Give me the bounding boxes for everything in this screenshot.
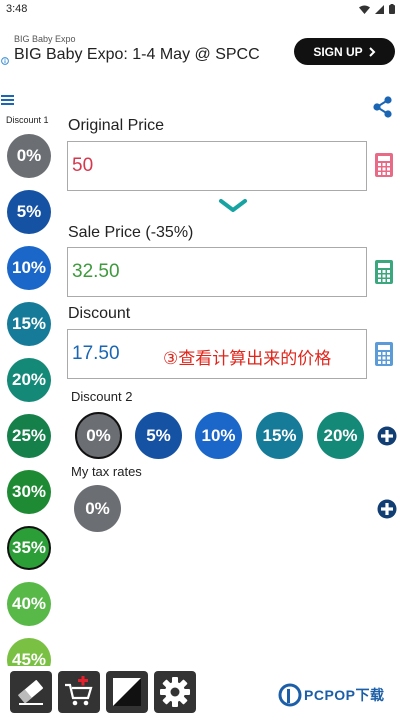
- discount1-15[interactable]: 15%: [7, 302, 51, 346]
- discount-value: 17.50: [72, 343, 120, 364]
- eraser-button[interactable]: [10, 671, 52, 713]
- discount1-list[interactable]: 0% 5% 10% 15% 20% 25% 30% 35% 40% 45%: [0, 128, 60, 666]
- sale-price-value: 32.50: [72, 261, 120, 282]
- sale-price-output: 32.50: [67, 247, 367, 297]
- calculator-icon[interactable]: [374, 259, 394, 285]
- watermark-logo-icon: [278, 683, 302, 707]
- status-bar: 3:48: [0, 0, 403, 20]
- add-tax-icon[interactable]: [377, 499, 397, 519]
- tax-label: My tax rates: [71, 464, 142, 479]
- add-discount-icon[interactable]: [377, 426, 397, 446]
- ad-banner[interactable]: BIG Baby Expo BIG Baby Expo: 1-4 May @ S…: [0, 30, 403, 74]
- chevron-right-icon: [368, 46, 376, 57]
- discount2-20[interactable]: 20%: [317, 412, 364, 459]
- contrast-icon: [113, 678, 141, 706]
- ad-title[interactable]: BIG Baby Expo: 1-4 May @ SPCC: [14, 46, 260, 64]
- discount-label: Discount: [68, 305, 131, 322]
- gear-icon: [160, 677, 190, 707]
- share-icon[interactable]: [372, 96, 394, 118]
- discount1-0[interactable]: 0%: [7, 134, 51, 178]
- discount1-40[interactable]: 40%: [7, 582, 51, 626]
- discount1-35[interactable]: 35%: [7, 526, 51, 570]
- sidebar-label: Discount 1: [6, 115, 49, 125]
- watermark-text: PCPOP下载: [304, 687, 385, 703]
- discount1-45[interactable]: 45%: [7, 638, 51, 666]
- cart-add-icon: [65, 676, 93, 706]
- discount1-20[interactable]: 20%: [7, 358, 51, 402]
- annotation-text: ③查看计算出来的价格: [163, 349, 332, 368]
- contrast-button[interactable]: [106, 671, 148, 713]
- wifi-icon: [359, 5, 370, 14]
- discount2-0[interactable]: 0%: [75, 412, 122, 459]
- battery-icon: [389, 4, 395, 14]
- discount1-5[interactable]: 5%: [7, 190, 51, 234]
- sign-up-button[interactable]: SIGN UP: [294, 38, 395, 65]
- cart-add-button[interactable]: [58, 671, 100, 713]
- calculator-icon[interactable]: [374, 152, 394, 178]
- discount1-30[interactable]: 30%: [7, 470, 51, 514]
- eraser-icon: [17, 680, 43, 705]
- calculator-icon[interactable]: [374, 341, 394, 367]
- original-price-label: Original Price: [68, 117, 165, 134]
- settings-button[interactable]: [154, 671, 196, 713]
- status-time: 3:48: [6, 3, 28, 15]
- discount2-10[interactable]: 10%: [195, 412, 242, 459]
- sale-price-label: Sale Price (-35%): [68, 224, 194, 241]
- discount1-10[interactable]: 10%: [7, 246, 51, 290]
- ad-small-label: BIG Baby Expo: [14, 34, 76, 44]
- discount1-25[interactable]: 25%: [7, 414, 51, 458]
- original-price-input[interactable]: 50: [67, 141, 367, 191]
- menu-icon[interactable]: [1, 95, 14, 105]
- sign-up-label: SIGN UP: [313, 44, 363, 59]
- discount2-5[interactable]: 5%: [135, 412, 182, 459]
- watermark: PCPOP下载: [278, 683, 385, 707]
- discount2-15[interactable]: 15%: [256, 412, 303, 459]
- info-icon[interactable]: [1, 57, 9, 67]
- signal-icon: [375, 4, 384, 14]
- tax-rate-0[interactable]: 0%: [74, 485, 121, 532]
- status-icons: [359, 4, 395, 14]
- chevron-down-icon: [219, 199, 247, 212]
- original-price-value: 50: [72, 155, 94, 176]
- discount2-label: Discount 2: [71, 389, 133, 404]
